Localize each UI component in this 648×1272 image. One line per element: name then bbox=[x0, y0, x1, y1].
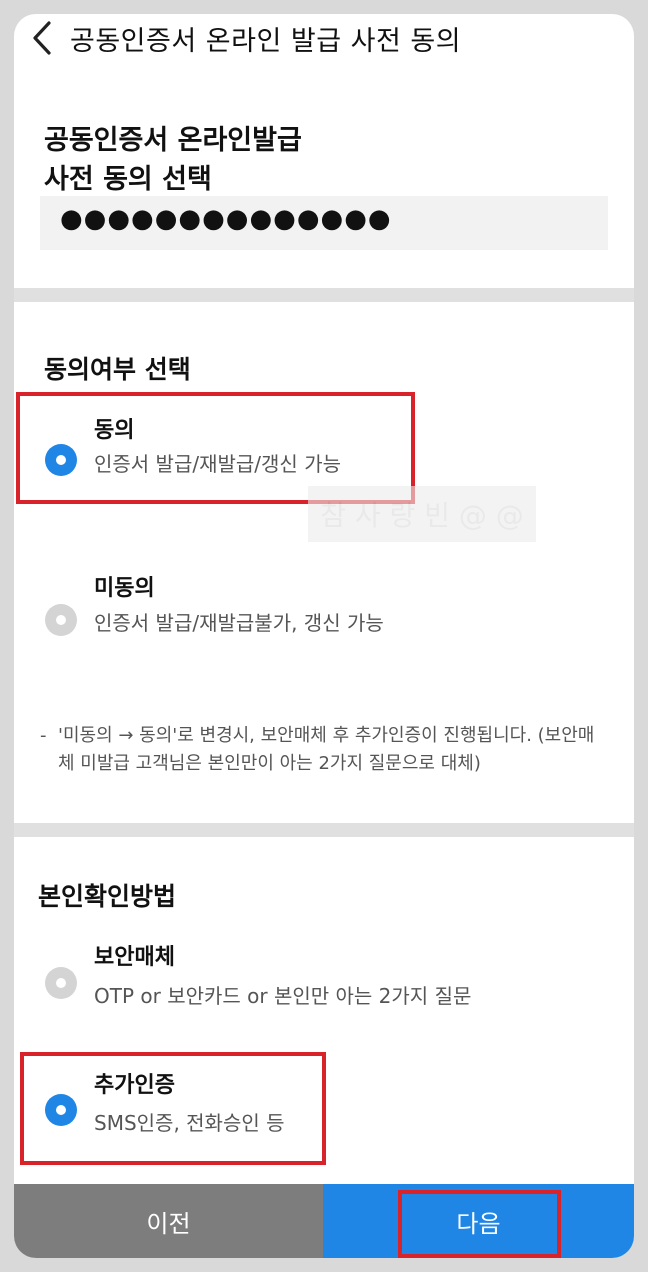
note-bullet: - bbox=[40, 725, 47, 746]
prev-button[interactable]: 이전 bbox=[14, 1184, 323, 1258]
highlight-box bbox=[20, 1052, 326, 1165]
intro-title-line2: 사전 동의 선택 bbox=[44, 164, 212, 195]
identity-section-title: 본인확인방법 bbox=[38, 882, 177, 911]
intro-section: 공동인증서 온라인발급 사전 동의 선택 ●●●●●●●●●●●●●● bbox=[14, 62, 634, 288]
next-button[interactable]: 다음 bbox=[323, 1184, 634, 1258]
back-button[interactable] bbox=[14, 14, 70, 62]
section-divider bbox=[14, 823, 634, 837]
consent-note: - '미동의 → 동의'로 변경시, 보안매체 후 추가인증이 진행됩니다. (… bbox=[40, 722, 600, 778]
masked-account-field: ●●●●●●●●●●●●●● bbox=[40, 196, 608, 250]
page-title: 공동인증서 온라인 발급 사전 동의 bbox=[70, 25, 462, 57]
chevron-left-icon bbox=[33, 21, 51, 55]
bottom-button-bar: 이전 다음 bbox=[14, 1184, 634, 1258]
note-text: '미동의 → 동의'로 변경시, 보안매체 후 추가인증이 진행됩니다. (보안… bbox=[58, 725, 595, 774]
radio-unselected-icon[interactable] bbox=[45, 967, 77, 999]
consent-section: 동의여부 선택 동의 인증서 발급/재발급/갱신 가능 참 사 랑 빈 @ @ … bbox=[14, 302, 634, 823]
intro-title-line1: 공동인증서 온라인발급 bbox=[44, 125, 302, 156]
option-description: OTP or 보안카드 or 본인만 아는 2가지 질문 bbox=[94, 984, 472, 1008]
watermark: 참 사 랑 빈 @ @ bbox=[308, 486, 536, 542]
option-label: 보안매체 bbox=[94, 945, 175, 970]
option-description: 인증서 발급/재발급불가, 갱신 가능 bbox=[94, 611, 384, 635]
highlight-box bbox=[398, 1190, 561, 1258]
option-label: 미동의 bbox=[94, 576, 155, 601]
consent-section-title: 동의여부 선택 bbox=[44, 355, 191, 384]
consent-screen: 공동인증서 온라인 발급 사전 동의 공동인증서 온라인발급 사전 동의 선택 … bbox=[14, 14, 634, 1258]
masked-value: ●●●●●●●●●●●●●● bbox=[60, 204, 392, 234]
radio-unselected-icon[interactable] bbox=[45, 604, 77, 636]
section-divider bbox=[14, 288, 634, 302]
top-bar: 공동인증서 온라인 발급 사전 동의 bbox=[14, 14, 634, 62]
identity-section: 본인확인방법 보안매체 OTP or 보안카드 or 본인만 아는 2가지 질문… bbox=[14, 837, 634, 1184]
